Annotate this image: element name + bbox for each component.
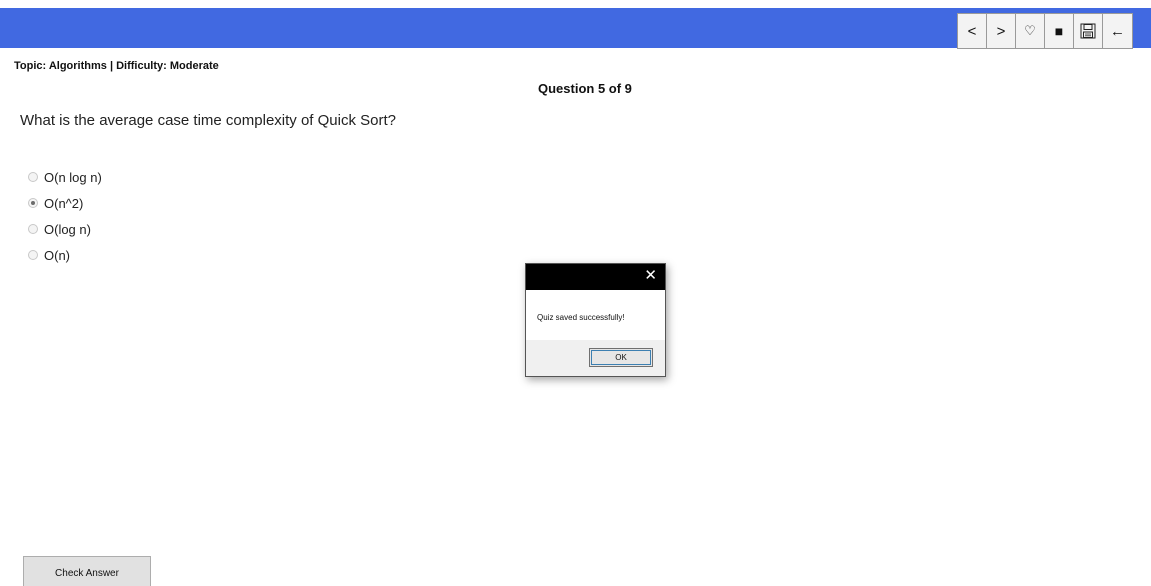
dialog-footer: OK xyxy=(526,340,665,376)
favorite-button[interactable]: ♡ xyxy=(1016,14,1045,48)
toolbar: < > ♡ ■ ← xyxy=(957,13,1133,49)
chevron-left-icon: < xyxy=(967,22,977,40)
close-icon[interactable]: ✕ xyxy=(644,268,657,284)
answer-option-label: O(log n) xyxy=(44,221,91,237)
dialog-titlebar: ✕ xyxy=(526,264,665,290)
answer-options: O(n log n) O(n^2) O(log n) O(n) xyxy=(28,164,102,268)
radio-button[interactable] xyxy=(28,224,38,234)
heart-icon: ♡ xyxy=(1024,23,1036,38)
radio-button[interactable] xyxy=(28,172,38,182)
stop-button[interactable]: ■ xyxy=(1045,14,1074,48)
answer-option-label: O(n) xyxy=(44,247,70,263)
topic-difficulty-label: Topic: Algorithms | Difficulty: Moderate xyxy=(14,60,219,72)
next-button[interactable]: > xyxy=(987,14,1016,48)
dialog-message: Quiz saved successfully! xyxy=(537,313,625,322)
save-confirmation-dialog: ✕ Quiz saved successfully! OK xyxy=(525,263,666,377)
question-counter: Question 5 of 9 xyxy=(538,81,632,96)
answer-option[interactable]: O(log n) xyxy=(28,216,102,242)
save-button[interactable] xyxy=(1074,14,1103,48)
answer-option[interactable]: O(n^2) xyxy=(28,190,102,216)
stop-icon: ■ xyxy=(1054,23,1064,39)
save-icon xyxy=(1080,23,1096,39)
radio-button[interactable] xyxy=(28,198,38,208)
answer-option[interactable]: O(n) xyxy=(28,242,102,268)
answer-option[interactable]: O(n log n) xyxy=(28,164,102,190)
chevron-right-icon: > xyxy=(996,22,1006,40)
question-text: What is the average case time complexity… xyxy=(20,112,396,129)
check-answer-button[interactable]: Check Answer xyxy=(23,556,151,586)
answer-option-label: O(n^2) xyxy=(44,195,84,211)
window-top-strip xyxy=(0,0,1151,8)
answer-option-label: O(n log n) xyxy=(44,169,102,185)
arrow-left-icon: ← xyxy=(1110,22,1125,40)
back-button[interactable]: ← xyxy=(1103,14,1132,48)
ok-button[interactable]: OK xyxy=(589,348,653,367)
radio-button[interactable] xyxy=(28,250,38,260)
previous-button[interactable]: < xyxy=(958,14,987,48)
quiz-window: < > ♡ ■ ← Topic: Algorithms | Difficulty… xyxy=(0,0,1151,586)
